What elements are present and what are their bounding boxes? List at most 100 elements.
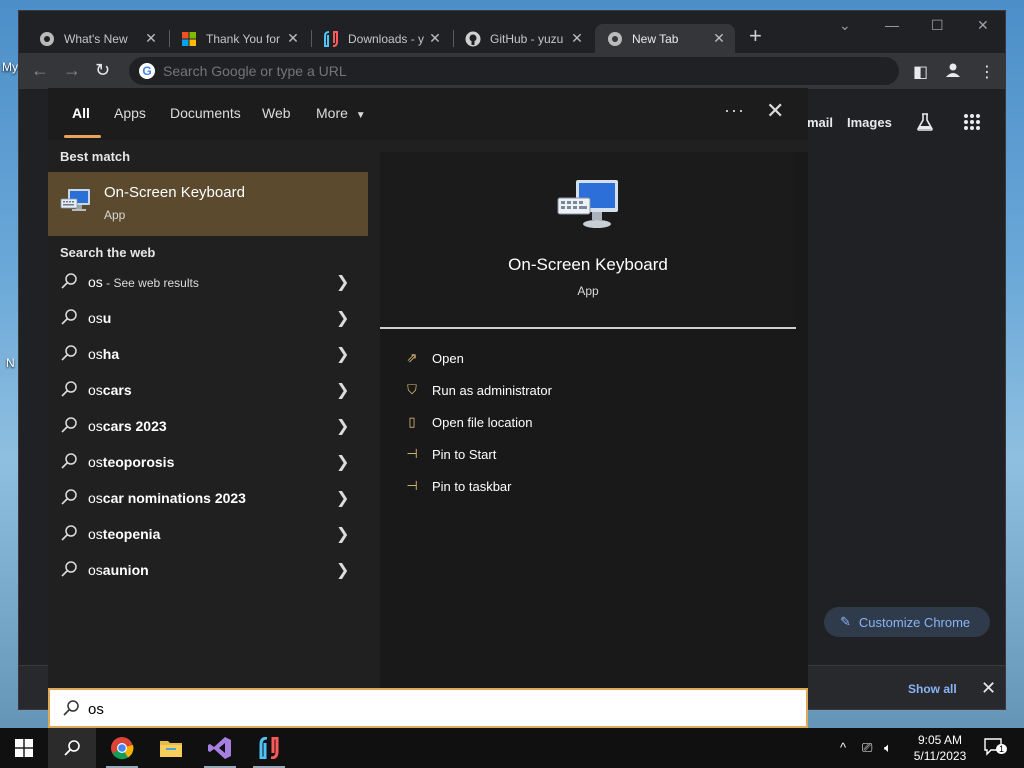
suggestion-text: teoporosis — [102, 454, 175, 470]
web-result-item[interactable]: osaunion ❯ — [48, 552, 368, 588]
close-icon[interactable]: ✕ — [766, 100, 784, 122]
filter-documents[interactable]: Documents — [170, 105, 241, 121]
close-icon[interactable]: ✕ — [427, 30, 443, 47]
github-icon — [465, 31, 481, 47]
google-icon: G — [139, 63, 155, 79]
profile-icon[interactable] — [945, 62, 961, 83]
suggestion-text: cars 2023 — [102, 418, 167, 434]
gmail-link[interactable]: mail — [807, 115, 833, 130]
customize-chrome-button[interactable]: ✎ Customize Chrome — [824, 607, 990, 637]
search-icon — [61, 345, 77, 361]
tab-title: New Tab — [632, 31, 679, 46]
omnibox[interactable]: G — [129, 57, 899, 85]
windows-icon — [15, 739, 33, 757]
taskbar-chrome[interactable] — [98, 728, 146, 768]
chevron-right-icon[interactable]: ❯ — [336, 272, 349, 292]
typed-text: os — [88, 490, 103, 506]
search-box[interactable] — [48, 688, 808, 728]
detail-subtitle: App — [577, 284, 599, 298]
taskbar-search-button[interactable] — [48, 728, 96, 768]
web-result-item[interactable]: osu ❯ — [48, 300, 368, 336]
notification-center-icon[interactable]: 1 — [984, 738, 1008, 759]
close-icon[interactable]: ✕ — [981, 678, 996, 699]
web-result-item[interactable]: osha ❯ — [48, 336, 368, 372]
show-hidden-icons-icon[interactable]: ^ — [840, 740, 846, 755]
window-close-icon[interactable]: ✕ — [977, 17, 989, 34]
chevron-right-icon[interactable]: ❯ — [336, 380, 349, 400]
apps-grid-icon[interactable] — [963, 113, 981, 134]
close-icon[interactable]: ✕ — [285, 30, 301, 47]
best-match-item[interactable]: On-Screen Keyboard App — [48, 172, 368, 236]
address-input[interactable] — [163, 63, 863, 79]
typed-text: os — [88, 346, 103, 362]
back-icon[interactable]: ← — [31, 61, 49, 79]
chevron-right-icon[interactable]: ❯ — [336, 560, 349, 580]
taskbar-file-explorer[interactable] — [147, 728, 195, 768]
tab-downloads[interactable]: Downloads - y ✕ — [311, 24, 451, 53]
web-result-item[interactable]: osteoporosis ❯ — [48, 444, 368, 480]
web-result-item[interactable]: oscars 2023 ❯ — [48, 408, 368, 444]
labs-icon[interactable] — [915, 112, 935, 135]
desktop-icon-label: My — [2, 60, 18, 74]
chevron-right-icon[interactable]: ❯ — [336, 416, 349, 436]
search-input[interactable] — [88, 698, 688, 720]
filter-web[interactable]: Web — [262, 105, 291, 121]
taskbar-yuzu[interactable] — [245, 728, 293, 768]
yuzu-icon — [323, 30, 339, 47]
network-icon[interactable]: ⎚ — [862, 740, 872, 756]
tab-github[interactable]: GitHub - yuzu ✕ — [453, 24, 593, 53]
reload-icon[interactable]: ↻ — [95, 61, 110, 79]
forward-icon[interactable]: → — [63, 61, 81, 79]
web-result-text: oscar nominations 2023 — [88, 490, 246, 506]
search-icon — [63, 700, 79, 716]
web-result-item[interactable]: osteopenia ❯ — [48, 516, 368, 552]
close-icon[interactable]: ✕ — [143, 30, 159, 47]
action-pin-to-start[interactable]: ⊣ Pin to Start — [402, 442, 496, 466]
system-clock[interactable]: 9:05 AM 5/11/2023 — [906, 732, 974, 764]
start-button[interactable] — [0, 728, 48, 768]
action-open[interactable]: ⇗ Open — [402, 346, 464, 370]
chevron-right-icon[interactable]: ❯ — [336, 308, 349, 328]
action-open-file-location[interactable]: ▯ Open file location — [402, 410, 532, 434]
show-all-button[interactable]: Show all — [908, 682, 957, 696]
filter-more[interactable]: More ▼ — [316, 105, 366, 121]
tab-whats-new[interactable]: What's New ✕ — [27, 24, 167, 53]
action-run-as-admin[interactable]: ⛉ Run as administrator — [402, 378, 552, 402]
images-link[interactable]: Images — [847, 115, 892, 130]
chrome-icon — [607, 31, 623, 47]
yuzu-icon — [259, 737, 279, 759]
web-result-text: osaunion — [88, 562, 149, 578]
minimize-icon[interactable]: — — [885, 17, 899, 33]
more-options-icon[interactable]: ··· — [724, 100, 745, 121]
web-result-item[interactable]: os - See web results ❯ — [48, 264, 368, 300]
active-filter-indicator — [64, 135, 101, 138]
chevron-right-icon[interactable]: ❯ — [336, 524, 349, 544]
customize-label: Customize Chrome — [858, 614, 971, 630]
maximize-icon[interactable]: ☐ — [931, 17, 944, 34]
web-result-item[interactable]: oscar nominations 2023 ❯ — [48, 480, 368, 516]
filter-apps[interactable]: Apps — [114, 105, 146, 121]
web-result-item[interactable]: oscars ❯ — [48, 372, 368, 408]
search-filters: All Apps Documents Web More ▼ ··· ✕ — [48, 88, 808, 140]
menu-icon[interactable]: ⋮ — [979, 62, 995, 82]
new-tab-button[interactable]: + — [749, 25, 762, 47]
tab-title: Thank You for — [206, 31, 281, 46]
filter-all[interactable]: All — [72, 105, 90, 121]
microsoft-icon — [181, 31, 197, 47]
chevron-right-icon[interactable]: ❯ — [336, 452, 349, 472]
side-panel-icon[interactable]: ◧ — [913, 62, 928, 82]
web-result-text: os - See web results — [88, 274, 199, 290]
chevron-right-icon[interactable]: ❯ — [336, 488, 349, 508]
close-icon[interactable]: ✕ — [711, 30, 727, 47]
tab-strip: What's New ✕ Thank You for ✕ Downloads -… — [19, 11, 1005, 53]
tab-new-tab[interactable]: New Tab ✕ — [595, 24, 735, 53]
taskbar-visual-studio[interactable] — [196, 728, 244, 768]
close-icon[interactable]: ✕ — [569, 30, 585, 47]
action-pin-to-taskbar[interactable]: ⊣ Pin to taskbar — [402, 474, 511, 498]
volume-icon[interactable]: 🔈︎ — [884, 740, 892, 756]
hint-text: - See web results — [102, 276, 199, 290]
chevron-right-icon[interactable]: ❯ — [336, 344, 349, 364]
shield-icon: ⛉ — [407, 382, 417, 397]
tab-search-icon[interactable]: ⌄ — [839, 17, 851, 34]
tab-thank-you[interactable]: Thank You for ✕ — [169, 24, 309, 53]
